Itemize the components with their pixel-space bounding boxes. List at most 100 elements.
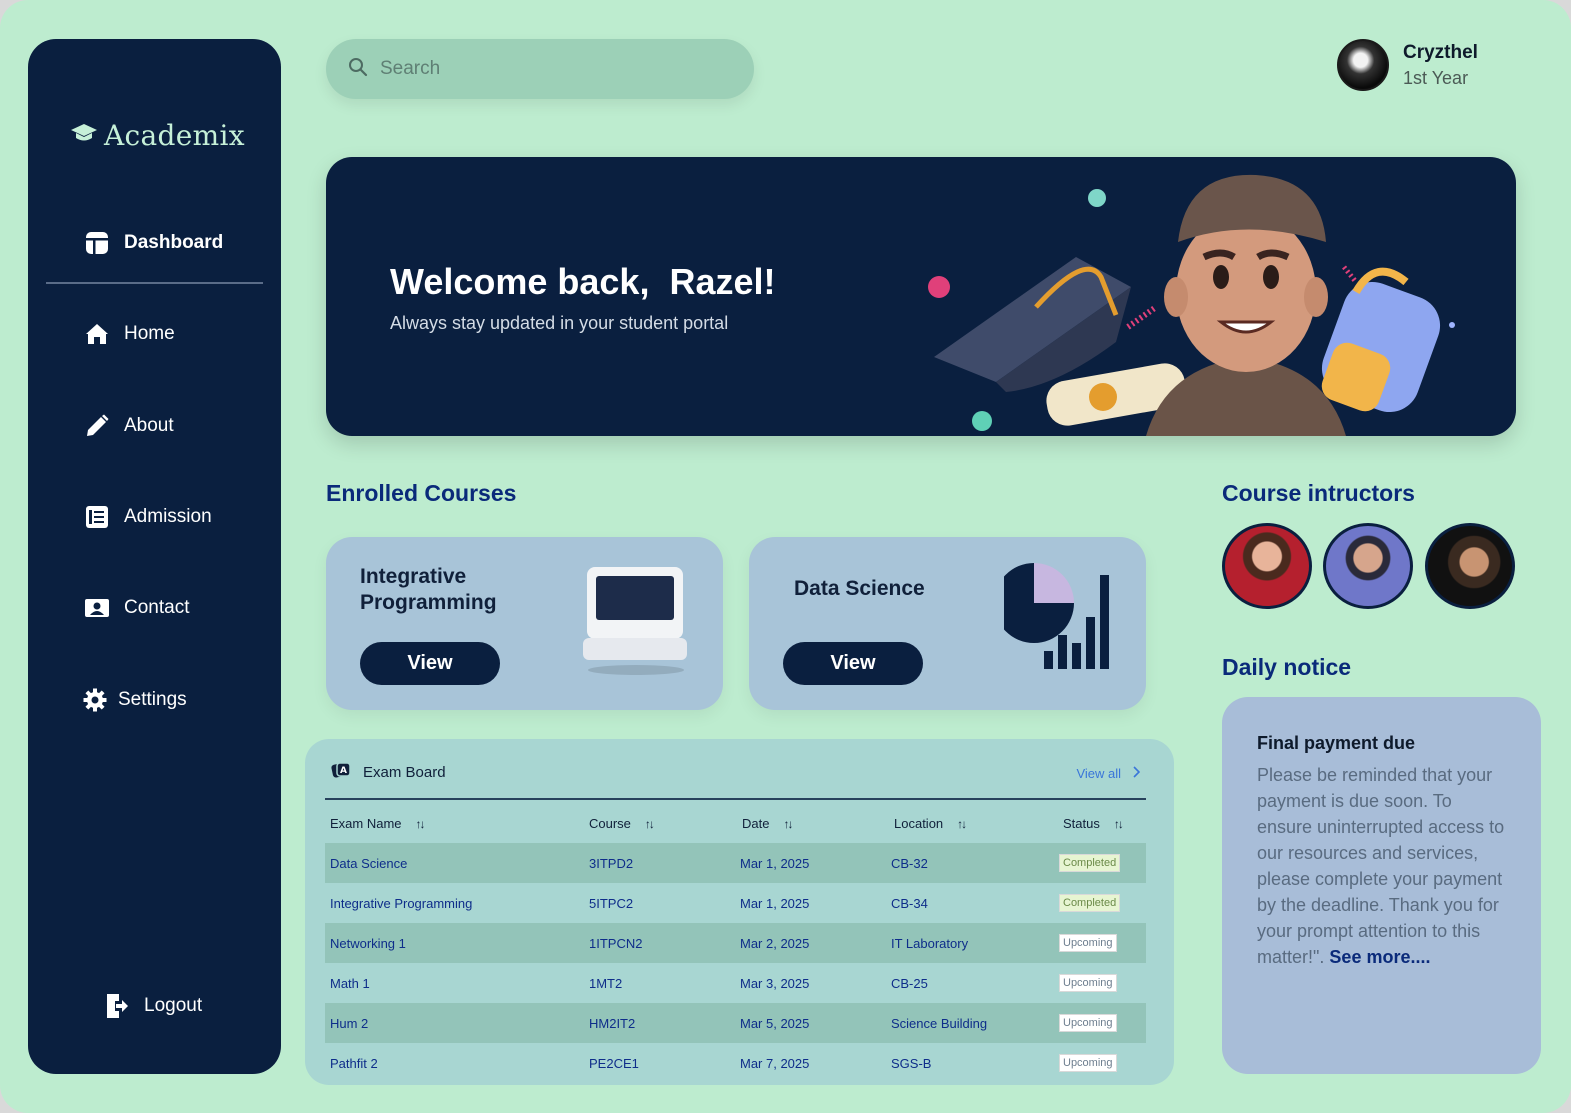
notice-text: Please be reminded that your payment is … — [1257, 765, 1505, 967]
course-card[interactable]: Integrative Programming View — [326, 537, 723, 710]
cell-location: Science Building — [891, 1016, 988, 1031]
sort-icon[interactable]: ↑↓ — [957, 817, 967, 831]
chevron-right-icon — [1133, 766, 1141, 781]
nav-divider — [46, 282, 263, 284]
cell-exam-name: Hum 2 — [330, 1016, 369, 1031]
sidebar-item-contact[interactable]: Contact — [84, 595, 189, 621]
sort-icon[interactable]: ↑↓ — [783, 817, 793, 831]
column-header-date[interactable]: Date ↑↓ — [742, 816, 793, 831]
column-header-status[interactable]: Status ↑↓ — [1063, 816, 1124, 831]
course-title: Integrative Programming — [360, 565, 497, 614]
table-row[interactable]: Data Science 3ITPD2 Mar 1, 2025 CB-32 Co… — [325, 843, 1146, 883]
notice-body: Please be reminded that your payment is … — [1257, 762, 1511, 970]
cell-location: SGS-B — [891, 1056, 932, 1071]
sidebar-item-about[interactable]: About — [84, 413, 174, 439]
graduation-cap-icon — [70, 122, 98, 149]
sidebar-item-label: Home — [124, 323, 175, 344]
sidebar-item-label: Admission — [124, 506, 212, 527]
table-row[interactable]: Math 1 1MT2 Mar 3, 2025 CB-25 Upcoming — [325, 963, 1146, 1003]
profile-year: 1st Year — [1403, 67, 1469, 88]
instructor-avatar[interactable] — [1425, 523, 1515, 609]
cell-course: 1ITPCN2 — [589, 936, 643, 951]
dashboard-icon — [84, 230, 110, 256]
cell-course: 5ITPC2 — [589, 896, 634, 911]
table-row[interactable]: Integrative Programming 5ITPC2 Mar 1, 20… — [325, 883, 1146, 923]
cell-date: Mar 2, 2025 — [740, 936, 810, 951]
laptop-icon — [583, 567, 687, 675]
search-bar[interactable] — [326, 39, 754, 99]
sidebar-item-dashboard[interactable]: Dashboard — [84, 230, 223, 256]
exam-board: A Exam Board View all Exam Name ↑↓ Course… — [305, 739, 1174, 1085]
divider — [325, 798, 1146, 800]
sidebar: Academix Dashboard Home About Admission … — [28, 39, 281, 1074]
column-label: Status — [1063, 816, 1100, 831]
sort-icon[interactable]: ↑↓ — [416, 817, 426, 831]
list-document-icon — [84, 504, 110, 530]
column-header-course[interactable]: Course ↑↓ — [589, 816, 655, 831]
sidebar-item-settings[interactable]: Settings — [82, 687, 187, 713]
table-row[interactable]: Pathfit 2 PE2CE1 Mar 7, 2025 SGS-B Upcom… — [325, 1043, 1146, 1083]
cell-location: IT Laboratory — [891, 936, 969, 951]
status-badge: Upcoming — [1059, 1054, 1117, 1072]
view-all-link[interactable]: View all — [1076, 766, 1141, 781]
status-badge: Completed — [1059, 854, 1121, 872]
cell-date: Mar 1, 2025 — [740, 856, 810, 871]
logout-icon — [104, 993, 130, 1019]
see-more-link[interactable]: See more.... — [1329, 947, 1430, 967]
exam-icon: A — [331, 761, 351, 783]
column-label: Course — [589, 816, 631, 831]
brand-name: Academix — [104, 119, 245, 152]
brand-logo[interactable]: Academix — [70, 119, 245, 152]
column-header-location[interactable]: Location ↑↓ — [894, 816, 967, 831]
welcome-banner: Welcome back, Razel! Always stay updated… — [326, 157, 1516, 436]
contact-card-icon — [84, 595, 110, 621]
logout-button[interactable]: Logout — [104, 993, 202, 1019]
home-icon — [84, 321, 110, 347]
cell-date: Mar 5, 2025 — [740, 1016, 810, 1031]
search-input[interactable] — [380, 58, 700, 80]
sort-icon[interactable]: ↑↓ — [1114, 817, 1124, 831]
svg-text:A: A — [340, 766, 347, 776]
instructor-avatar[interactable] — [1323, 523, 1413, 609]
pencil-icon — [84, 413, 110, 439]
cell-location: CB-25 — [891, 976, 928, 991]
view-course-button[interactable]: View — [783, 642, 923, 685]
course-card[interactable]: Data Science View — [749, 537, 1146, 710]
sort-icon[interactable]: ↑↓ — [645, 817, 655, 831]
cell-location: CB-32 — [891, 856, 928, 871]
avatar[interactable] — [1337, 39, 1389, 91]
status-badge: Upcoming — [1059, 934, 1117, 952]
user-profile[interactable]: Cryzthel 1st Year — [1337, 39, 1478, 91]
student-illustration — [928, 174, 1455, 436]
view-course-button[interactable]: View — [360, 642, 500, 685]
cell-exam-name: Math 1 — [330, 976, 370, 991]
cell-exam-name: Data Science — [330, 856, 408, 871]
column-label: Location — [894, 816, 944, 831]
sidebar-item-admission[interactable]: Admission — [84, 504, 212, 530]
course-title: Data Science — [794, 577, 925, 600]
sidebar-item-label: Dashboard — [124, 232, 224, 253]
welcome-subtitle: Always stay updated in your student port… — [390, 313, 729, 333]
cell-date: Mar 7, 2025 — [740, 1056, 810, 1071]
cell-course: 1MT2 — [589, 976, 623, 991]
view-all-label: View all — [1076, 766, 1121, 781]
sidebar-item-home[interactable]: Home — [84, 321, 175, 347]
status-badge: Upcoming — [1059, 974, 1117, 992]
column-label: Date — [742, 816, 770, 831]
exam-board-title: Exam Board — [363, 763, 446, 781]
cell-date: Mar 1, 2025 — [740, 896, 810, 911]
sidebar-item-label: About — [124, 415, 174, 436]
notice-heading: Final payment due — [1257, 733, 1416, 753]
exam-board-header: A Exam Board — [331, 761, 446, 783]
profile-name: Cryzthel — [1403, 41, 1478, 63]
table-row[interactable]: Networking 1 1ITPCN2 Mar 2, 2025 IT Labo… — [325, 923, 1146, 963]
sidebar-item-label: Settings — [118, 689, 187, 710]
status-badge: Completed — [1059, 894, 1121, 912]
app-frame: Academix Dashboard Home About Admission … — [0, 0, 1571, 1113]
table-row[interactable]: Hum 2 HM2IT2 Mar 5, 2025 Science Buildin… — [325, 1003, 1146, 1043]
instructor-avatar[interactable] — [1222, 523, 1312, 609]
column-header-exam-name[interactable]: Exam Name ↑↓ — [330, 816, 426, 831]
cell-exam-name: Pathfit 2 — [330, 1056, 378, 1071]
welcome-title: Welcome back, Razel! — [390, 261, 776, 302]
instructors-title: Course intructors — [1222, 480, 1415, 506]
